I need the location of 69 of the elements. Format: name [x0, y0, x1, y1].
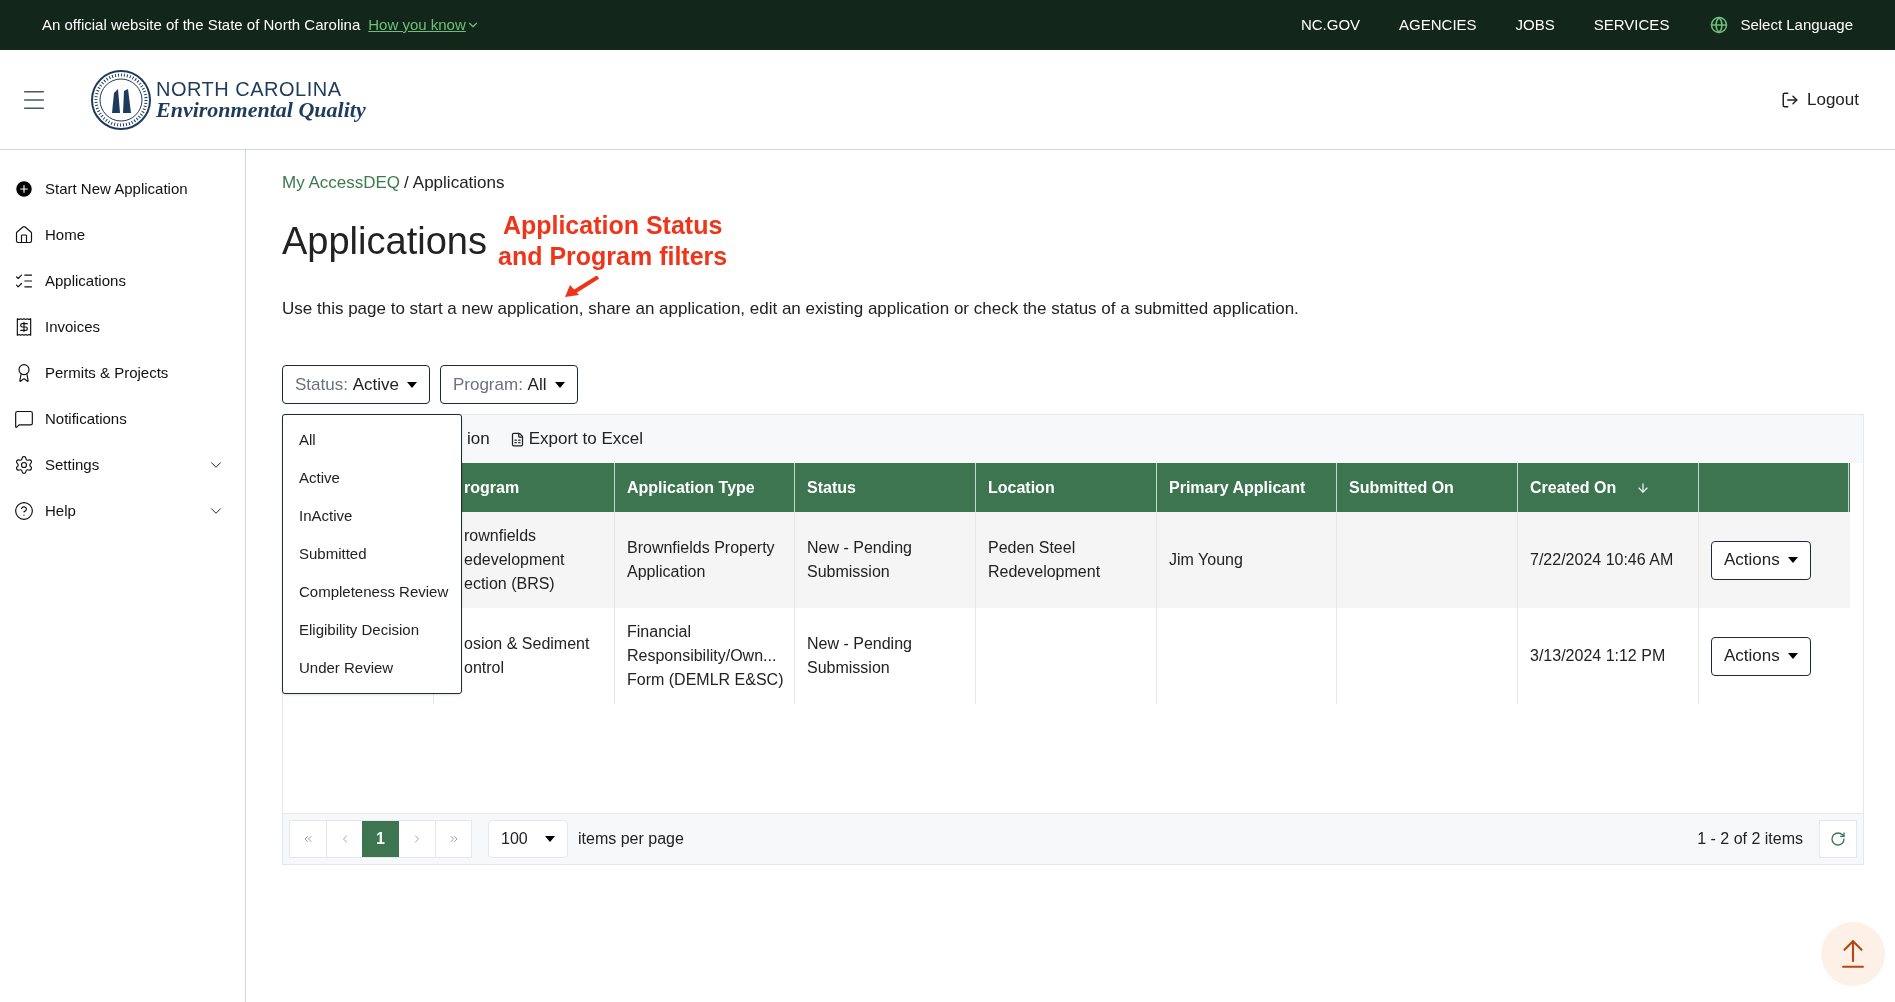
page-size-select[interactable]: 100: [488, 820, 568, 858]
table-cell-text: osion & Sediment ontrol: [464, 634, 590, 678]
spreadsheet-icon: [509, 431, 525, 447]
filter-dropdown[interactable]: Status: Active: [282, 365, 430, 404]
sidebar-item[interactable]: Applications: [14, 258, 225, 304]
globe-icon: [1710, 16, 1729, 34]
state-seal-icon: [90, 68, 152, 131]
logo-subtitle: Environmental Quality: [156, 98, 366, 121]
page-button[interactable]: 1: [362, 821, 399, 857]
top-nav-link[interactable]: JOBS: [1515, 13, 1555, 37]
last-page-icon: [447, 833, 460, 845]
description-text: Use this page to start a new application, share an application, edit an existing application or check the status of a submitted application.: [282, 297, 1300, 320]
receipt-icon: [14, 317, 34, 337]
table-cell-text: Brownfields Property Application: [627, 538, 776, 582]
sidebar-item[interactable]: Start New Application: [14, 166, 225, 212]
status-menu-item[interactable]: Completeness Review: [283, 573, 461, 611]
filter-dropdown[interactable]: Program: All: [439, 365, 578, 404]
chat-bubble-icon: [14, 409, 34, 429]
caret-icon: [1787, 557, 1798, 563]
first-page-icon: [302, 833, 314, 845]
gear-icon: [14, 455, 34, 475]
language-link[interactable]: Select Language: [1740, 13, 1853, 37]
sidebar-item[interactable]: Invoices: [14, 304, 225, 350]
help-icon: [14, 501, 34, 521]
caret-icon: [1787, 653, 1798, 659]
page-title: Applications: [282, 221, 487, 260]
sidebar-item[interactable]: Permits & Projects: [14, 350, 225, 396]
status-menu-item[interactable]: Submitted: [283, 535, 461, 573]
table-cell-text: Peden Steel Redevelopment: [988, 538, 1102, 582]
actions-button[interactable]: Actions: [1711, 540, 1811, 580]
status-menu-item[interactable]: Under Review: [283, 649, 461, 687]
table-cell-text: 3/13/2024 1:12 PM: [1530, 646, 1666, 666]
breadcrumb-separator: /: [404, 172, 409, 194]
sidebar-item[interactable]: Notifications: [14, 396, 225, 442]
toolbar-button[interactable]: Export to Excel: [509, 426, 643, 452]
actions-button[interactable]: Actions: [1711, 636, 1811, 676]
status-menu-item[interactable]: All: [283, 421, 461, 459]
sidebar-item[interactable]: Home: [14, 212, 225, 258]
table-cell-text: New - Pending Submission: [807, 538, 913, 582]
logout-icon: [1781, 90, 1799, 109]
sidebar-item[interactable]: Settings: [14, 442, 225, 488]
page-size-label: items per page: [578, 829, 684, 849]
breadcrumb-link[interactable]: My AccessDEQ: [282, 170, 401, 196]
table-cell-text: rownfields edevelopment ection (BRS): [464, 526, 565, 594]
table-cell-text: 7/22/2024 10:46 AM: [1530, 550, 1674, 570]
caret-icon: [406, 381, 417, 388]
refresh-button[interactable]: [1819, 820, 1857, 858]
top-nav-link[interactable]: NC.GOV: [1300, 13, 1361, 37]
items-summary: 1 - 2 of 2 items: [1697, 829, 1803, 849]
breadcrumb-current: Applications: [412, 172, 505, 194]
caret-icon: [545, 836, 555, 842]
table-cell-text: Jim Young: [1169, 550, 1243, 570]
annotation-arrow: [564, 276, 600, 298]
top-nav-link[interactable]: SERVICES: [1593, 13, 1670, 37]
logout-button[interactable]: Logout: [1781, 86, 1859, 113]
table-cell-text: New - Pending Submission: [807, 634, 913, 678]
logo-title: NORTH CAROLINA: [156, 78, 343, 99]
house-icon: [14, 225, 34, 245]
status-menu-item[interactable]: Eligibility Decision: [283, 611, 461, 649]
toolbar-button[interactable]: ion: [467, 426, 490, 452]
official-site-text: An official website of the State of North Carolina: [42, 14, 361, 35]
plus-circle-icon: [14, 179, 34, 199]
caret-icon: [554, 381, 565, 388]
refresh-icon: [1830, 831, 1846, 847]
table-cell-text: Financial Responsibility/Own... Form (DEMLR E&SC): [627, 622, 785, 690]
how-you-know-link[interactable]: How you know: [368, 13, 480, 37]
annotation-text: Application Status and Program filters: [498, 210, 728, 272]
sidebar-item[interactable]: Help: [14, 488, 225, 534]
top-nav-link[interactable]: AGENCIES: [1399, 13, 1477, 37]
